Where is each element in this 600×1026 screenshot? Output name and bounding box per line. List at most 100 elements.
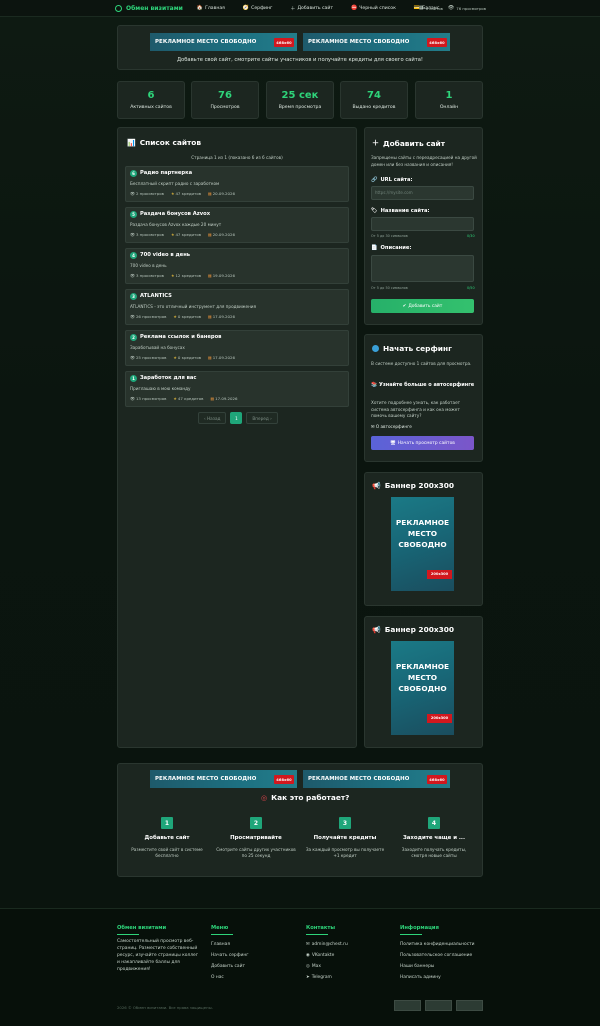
site-name[interactable]: ATLANTICS	[140, 293, 172, 299]
calendar-icon: ▦	[208, 191, 212, 196]
banner-468-bottom-left[interactable]: РЕКЛАМНОЕ МЕСТО СВОБОДНО 468x60	[150, 770, 297, 788]
surf-more-text: Хотите подробнее узнать, как работает си…	[371, 400, 461, 418]
banner-468-right[interactable]: РЕКЛАМНОЕ МЕСТО СВОБОДНО 468x60	[303, 33, 450, 51]
footer-info-link[interactable]: Пользовательское соглашение	[400, 953, 472, 958]
footer-menu-link[interactable]: Начать серфинг	[211, 953, 249, 958]
nav-item-blacklist[interactable]: ⛔ Черный список	[351, 5, 396, 11]
views-icon: 👁	[447, 5, 455, 11]
page-info: Страница 1 из 1 (показано 6 из 6 сайтов)	[191, 155, 283, 160]
banner-200-1[interactable]: РЕКЛАМНОЕ МЕСТО СВОБОДНО 200x300	[391, 497, 454, 591]
calendar-icon: ▦	[208, 355, 212, 360]
surfing-icon: 🧭	[242, 5, 250, 11]
megaphone-icon: 📢	[372, 625, 381, 634]
site-description: Приглашаю в мою команду	[130, 386, 191, 391]
desc-label: 📄 Описание:	[371, 245, 412, 251]
start-surf-button[interactable]: 🖥 Начать просмотр сайтов	[371, 436, 474, 450]
footer-contact-link[interactable]: ◎ Max	[306, 964, 321, 969]
tag-icon: 🏷	[371, 208, 378, 214]
site-meta: 👁25 просмотров ★0 кредитов ▦17.09.2026	[130, 355, 235, 360]
telegram-icon: ➤	[306, 975, 310, 980]
step-title: Просматривайте	[230, 835, 282, 841]
site-rank-badge: 1	[130, 375, 137, 382]
footer-about-text: Самостоятельный просмотр веб-страниц. Ра…	[117, 939, 199, 972]
site-list-item[interactable]: 2 Реклама ссылок и банеров Заработывай на …	[125, 330, 349, 366]
stat-online: 1 Онлайн	[415, 81, 483, 119]
nav-item-add-site[interactable]: ＋ Добавить сайт	[290, 5, 333, 12]
site-meta: 👁26 просмотров ★0 кредитов ▦17.09.2026	[130, 314, 235, 319]
banner-size-badge: 468x60	[427, 38, 447, 47]
page-1-button[interactable]: 1	[230, 412, 243, 424]
site-name[interactable]: Радио партнерка	[140, 170, 192, 176]
site-meta: 👁13 просмотров ★47 кредитов ▦17.09.2026	[130, 396, 238, 401]
brand-logo[interactable]: Обмен визитами	[115, 4, 183, 12]
mail-icon: ✉	[306, 942, 310, 947]
site-name[interactable]: 700 video в день	[140, 252, 190, 258]
banner-200-2[interactable]: РЕКЛАМНОЕ МЕСТО СВОБОДНО 200x300	[391, 641, 454, 735]
url-input[interactable]: https://mysite.com	[371, 186, 474, 200]
desc-hint: От 5 до 50 символов	[371, 286, 408, 290]
nav-sites-count: ▦ 6 сайтов	[418, 5, 443, 11]
step-number: 2	[250, 817, 262, 829]
nav-item-home[interactable]: 🏠 Главная	[197, 5, 225, 11]
add-site-note: Запрещены сайты с переадресацией на друг…	[371, 155, 477, 167]
site-rank-badge: 2	[130, 334, 137, 341]
autosurf-link[interactable]: ✉ О автосерфинге	[371, 424, 412, 429]
top-caption: Добавьте свой сайт, смотрите сайты участ…	[177, 57, 423, 63]
site-name[interactable]: Заработок для вас	[140, 375, 196, 381]
chart-icon: 📊	[127, 138, 136, 147]
side-banner-title-2: 📢 Баннер 200x300	[372, 625, 455, 634]
blacklist-icon: ⛔	[351, 5, 358, 11]
description-textarea[interactable]	[371, 255, 474, 282]
site-list-item[interactable]: 1 Заработок для вас Приглашаю в мою команд…	[125, 371, 349, 407]
footer-col2-title: Меню	[211, 925, 229, 931]
target-icon: ◎	[261, 793, 268, 802]
calendar-icon: ▦	[210, 396, 215, 401]
brand-name: Обмен визитами	[126, 4, 183, 12]
footer-info-link[interactable]: Политика конфиденциальности	[400, 942, 475, 947]
footer-menu-link[interactable]: Главная	[211, 942, 230, 947]
banner-468-bottom-right[interactable]: РЕКЛАМНОЕ МЕСТО СВОБОДНО 468x60	[303, 770, 450, 788]
site-name[interactable]: Раздача бонусов Azvox	[140, 211, 210, 217]
footer-menu-link[interactable]: О нас	[211, 975, 224, 980]
site-list-item[interactable]: 5 Раздача бонусов Azvox Раздача бонусов Az…	[125, 207, 349, 243]
counter-badge-1[interactable]	[394, 1000, 421, 1011]
banner-size-badge: 468x60	[427, 775, 447, 784]
footer-contact-link[interactable]: ◉ VKontakte	[306, 953, 334, 958]
footer-info-link[interactable]: Наши баннеры	[400, 964, 434, 969]
how-title: ◎ Как это работает?	[261, 793, 350, 802]
step-description: Смотрите сайты других участников по 25 с…	[216, 847, 296, 858]
footer-menu-link[interactable]: Добавить сайт	[211, 964, 245, 969]
footer-contact-link[interactable]: ✉ admin@chest.ru	[306, 942, 348, 947]
sites-list-title: 📊 Список сайтов	[127, 138, 202, 147]
step-description: Заходите получать кредиты, смотря новые …	[401, 847, 467, 858]
add-site-button[interactable]: ✔ Добавить сайт	[371, 299, 474, 313]
stat-view-time: 25 сек Время просмотра	[266, 81, 334, 119]
site-meta: 👁3 просмотров ★12 кредитов ▦19.09.2026	[130, 273, 235, 278]
monitor-icon: 🖥	[390, 440, 396, 446]
site-list-item[interactable]: 4 700 video в день 700 video в день 👁3 прос…	[125, 248, 349, 284]
banner-468-left[interactable]: РЕКЛАМНОЕ МЕСТО СВОБОДНО 468x60	[150, 33, 297, 51]
site-name[interactable]: Реклама ссылок и банеров	[140, 334, 221, 340]
name-input[interactable]	[371, 217, 474, 231]
star-icon: ★	[170, 232, 175, 237]
stat-credits: 74 Выдано кредитов	[340, 81, 408, 119]
nav-item-surfing[interactable]: 🧭 Серфинг	[243, 5, 273, 11]
surf-title: Начать серфинг	[372, 344, 452, 353]
stat-active-sites: 6 Активных сайтов	[117, 81, 185, 119]
star-icon: ★	[170, 273, 175, 278]
site-meta: 👁3 просмотров ★47 кредитов ▦20.09.2026	[130, 232, 235, 237]
site-description: ATLANTICS - это отличный инструмент для …	[130, 304, 257, 309]
next-page-button[interactable]: Вперед ›	[246, 412, 278, 424]
eye-icon: 👁	[130, 396, 135, 401]
site-description: 700 video в день	[130, 263, 167, 268]
footer-contact-link[interactable]: ➤ Telegram	[306, 975, 332, 980]
counter-badge-2[interactable]	[425, 1000, 452, 1011]
star-icon: ★	[173, 355, 177, 360]
step-title: Заходите чаще и ...	[402, 835, 466, 841]
site-list-item[interactable]: 6 Радио партнерка Бесплатный скрипт радио …	[125, 166, 349, 202]
site-list-item[interactable]: 3 ATLANTICS ATLANTICS - это отличный инстр…	[125, 289, 349, 325]
star-icon: ★	[173, 396, 177, 401]
prev-page-button[interactable]: ‹ Назад	[198, 412, 227, 424]
footer-info-link[interactable]: Написать админу	[400, 975, 441, 980]
counter-badge-3[interactable]	[456, 1000, 483, 1011]
